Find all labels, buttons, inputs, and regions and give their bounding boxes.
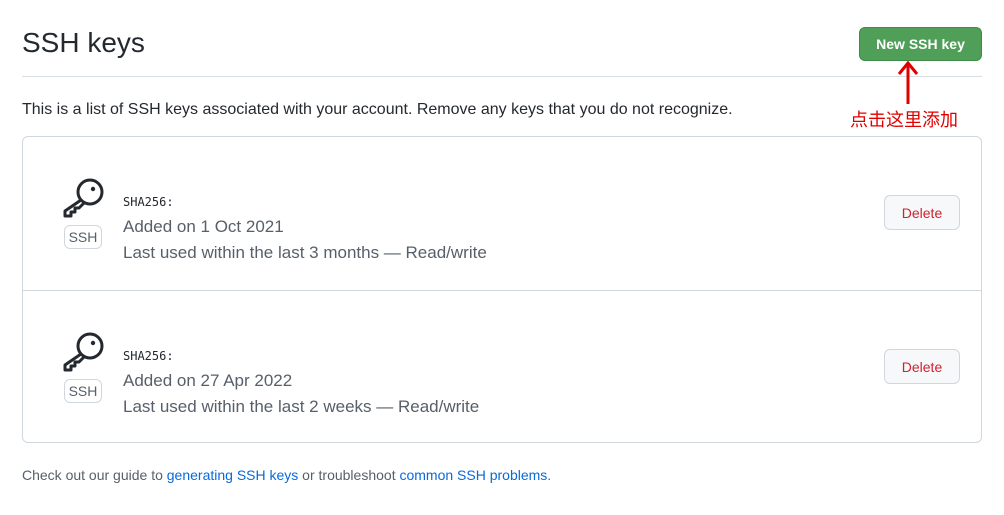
key-icon	[63, 178, 104, 218]
key-icon	[63, 332, 104, 372]
new-ssh-key-button[interactable]: New SSH key	[859, 27, 982, 61]
footer-text: Check out our guide to	[22, 467, 167, 483]
fingerprint: SHA256:	[123, 195, 174, 209]
annotation-text: 点击这里添加	[850, 110, 958, 131]
delete-button[interactable]: Delete	[884, 195, 960, 230]
footer-text: or troubleshoot	[298, 467, 400, 483]
ssh-badge: SSH	[64, 225, 102, 249]
generating-ssh-keys-link[interactable]: generating SSH keys	[167, 467, 299, 483]
delete-button[interactable]: Delete	[884, 349, 960, 384]
ssh-key-row: SSH SHA256: Added on 1 Oct 2021 Last use…	[23, 137, 981, 290]
ssh-key-row: SSH SHA256: Added on 27 Apr 2022 Last us…	[23, 290, 981, 444]
ssh-key-list: SSH SHA256: Added on 1 Oct 2021 Last use…	[22, 136, 982, 443]
page-title: SSH keys	[22, 27, 145, 58]
last-used: Last used within the last 2 weeks — Read…	[123, 397, 480, 416]
description: This is a list of SSH keys associated wi…	[22, 101, 733, 118]
arrow-up-icon	[897, 60, 919, 104]
common-ssh-problems-link[interactable]: common SSH problems	[399, 467, 547, 483]
ssh-badge: SSH	[64, 379, 102, 403]
fingerprint: SHA256:	[123, 349, 174, 363]
last-used: Last used within the last 3 months — Rea…	[123, 243, 487, 262]
divider	[22, 76, 982, 77]
footer-text: .	[547, 467, 552, 483]
added-date: Added on 27 Apr 2022	[123, 371, 293, 390]
footer-help: Check out our guide to generating SSH ke…	[22, 467, 551, 483]
added-date: Added on 1 Oct 2021	[123, 217, 284, 236]
